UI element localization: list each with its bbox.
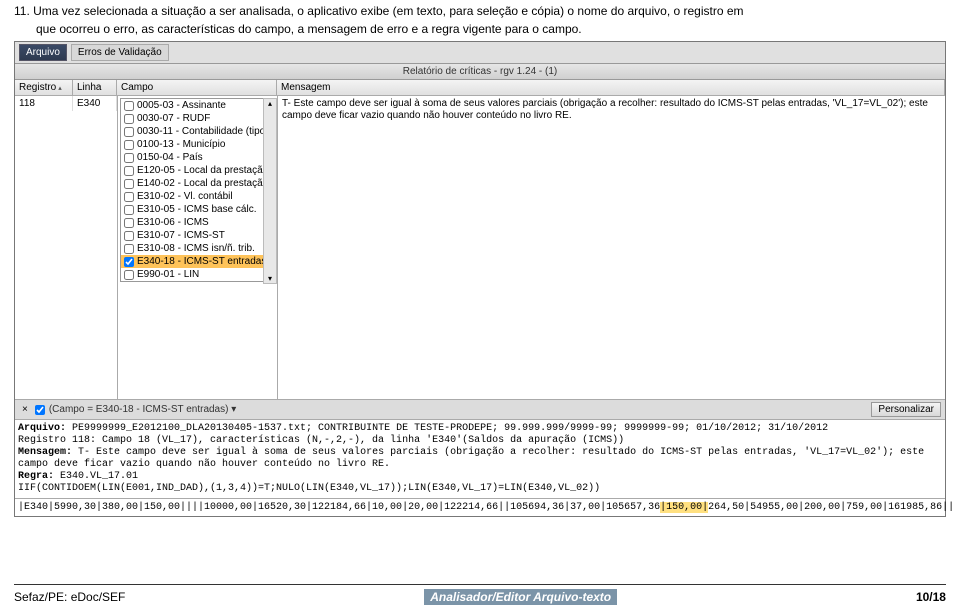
details-pane[interactable]: Arquivo: PE9999999_E2012100_DLA20130405-… bbox=[15, 419, 945, 498]
campo-item-label: E310-07 - ICMS-ST bbox=[137, 230, 225, 241]
campo-list-item[interactable]: E340-18 - ICMS-ST entradas bbox=[121, 255, 274, 268]
col-header-registro[interactable]: Registro▴ bbox=[15, 80, 73, 95]
campo-scrollbar[interactable] bbox=[263, 98, 277, 284]
campo-list-item[interactable]: E310-08 - ICMS isn/ñ. trib. bbox=[121, 242, 274, 255]
footer-page-number: 10/18 bbox=[916, 590, 946, 604]
campo-item-label: E340-18 - ICMS-ST entradas bbox=[137, 256, 266, 267]
campo-item-checkbox[interactable] bbox=[124, 270, 134, 280]
campo-dropdown-list[interactable]: 0005-03 - Assinante 0030-07 - RUDF 0030-11… bbox=[120, 98, 275, 282]
filter-close-icon[interactable]: × bbox=[19, 404, 31, 415]
campo-item-label: E310-02 - Vl. contábil bbox=[137, 191, 233, 202]
grid-body: 118 E340 0005-03 - Assinante 0030-07 - RU… bbox=[15, 96, 945, 399]
record-line-pane[interactable]: |E340|5990,30|380,00|150,00||||10000,00|… bbox=[15, 498, 945, 516]
menubar: Arquivo Erros de Validação bbox=[15, 42, 945, 64]
campo-item-label: E990-01 - LIN bbox=[137, 269, 199, 280]
campo-item-label: E310-05 - ICMS base cálc. bbox=[137, 204, 257, 215]
grid-left-cols: 118 E340 bbox=[15, 96, 118, 399]
campo-item-checkbox[interactable] bbox=[124, 244, 134, 254]
campo-list-item[interactable]: E990-01 - LIN bbox=[121, 268, 274, 281]
page-footer: Sefaz/PE: eDoc/SEF Analisador/Editor Arq… bbox=[14, 584, 946, 605]
record-highlight: |150,00| bbox=[660, 502, 708, 513]
filter-checkbox[interactable] bbox=[35, 405, 45, 415]
campo-item-checkbox[interactable] bbox=[124, 218, 134, 228]
campo-item-checkbox[interactable] bbox=[124, 166, 134, 176]
filter-personalizar-button[interactable]: Personalizar bbox=[871, 402, 941, 417]
campo-item-checkbox[interactable] bbox=[124, 127, 134, 137]
campo-item-label: 0030-11 - Contabilidade (tipo) bbox=[137, 126, 269, 137]
campo-list-item[interactable]: E140-02 - Local da prestação bbox=[121, 177, 274, 190]
campo-list-item[interactable]: E120-05 - Local da prestação bbox=[121, 164, 274, 177]
window-title: Relatório de críticas - rgv 1.24 - (1) bbox=[15, 64, 945, 80]
menu-arquivo[interactable]: Arquivo bbox=[19, 44, 67, 61]
campo-item-label: E310-08 - ICMS isn/ñ. trib. bbox=[137, 243, 255, 254]
sort-asc-icon: ▴ bbox=[58, 85, 62, 92]
campo-list-item[interactable]: 0030-11 - Contabilidade (tipo) bbox=[121, 125, 274, 138]
footer-left: Sefaz/PE: eDoc/SEF bbox=[14, 590, 125, 604]
campo-item-checkbox[interactable] bbox=[124, 231, 134, 241]
campo-item-label: 0030-07 - RUDF bbox=[137, 113, 210, 124]
grid-header: Registro▴ Linha Campo Mensagem bbox=[15, 80, 945, 96]
menu-erros-validacao[interactable]: Erros de Validação bbox=[71, 44, 169, 61]
grid-area: Registro▴ Linha Campo Mensagem 118 E340 … bbox=[15, 80, 945, 399]
filter-dropdown-icon[interactable]: ▾ bbox=[231, 404, 236, 415]
campo-list-item[interactable]: E310-05 - ICMS base cálc. bbox=[121, 203, 274, 216]
campo-item-checkbox[interactable] bbox=[124, 114, 134, 124]
campo-item-checkbox[interactable] bbox=[124, 257, 134, 267]
campo-item-label: E120-05 - Local da prestação bbox=[137, 165, 268, 176]
col-header-linha[interactable]: Linha bbox=[73, 80, 117, 95]
campo-list-item[interactable]: 0150-04 - País bbox=[121, 151, 274, 164]
campo-item-label: 0005-03 - Assinante bbox=[137, 100, 226, 111]
cell-registro: 118 bbox=[15, 96, 73, 111]
campo-item-checkbox[interactable] bbox=[124, 140, 134, 150]
campo-item-label: E140-02 - Local da prestação bbox=[137, 178, 268, 189]
intro-line-1: 11. Uma vez selecionada a situação a ser… bbox=[0, 0, 960, 22]
record-post: 264,50|54955,00|200,00|759,00|161985,86|… bbox=[708, 502, 954, 513]
campo-list-item[interactable]: E310-02 - Vl. contábil bbox=[121, 190, 274, 203]
campo-list-item[interactable]: E310-07 - ICMS-ST bbox=[121, 229, 274, 242]
campo-item-label: E310-06 - ICMS bbox=[137, 217, 209, 228]
intro-line-2: que ocorreu o erro, as características d… bbox=[0, 22, 960, 42]
campo-item-label: 0100-13 - Município bbox=[137, 139, 225, 150]
campo-item-checkbox[interactable] bbox=[124, 179, 134, 189]
app-window: Arquivo Erros de Validação Relatório de … bbox=[14, 41, 946, 517]
cell-linha: E340 bbox=[73, 96, 117, 111]
filter-expression: (Campo = E340-18 - ICMS-ST entradas) ▾ bbox=[49, 404, 868, 415]
footer-center: Analisador/Editor Arquivo-texto bbox=[424, 589, 617, 605]
campo-item-label: 0150-04 - País bbox=[137, 152, 203, 163]
record-pre: |E340|5990,30|380,00|150,00||||10000,00|… bbox=[18, 502, 660, 513]
col-header-mensagem[interactable]: Mensagem bbox=[277, 80, 945, 95]
campo-list-item[interactable]: E310-06 - ICMS bbox=[121, 216, 274, 229]
cell-mensagem: T- Este campo deve ser igual à soma de s… bbox=[278, 96, 945, 399]
table-row[interactable]: 118 E340 bbox=[15, 96, 117, 111]
campo-column: 0005-03 - Assinante 0030-07 - RUDF 0030-11… bbox=[118, 96, 278, 399]
campo-item-checkbox[interactable] bbox=[124, 205, 134, 215]
campo-list-item[interactable]: 0005-03 - Assinante bbox=[121, 99, 274, 112]
campo-item-checkbox[interactable] bbox=[124, 153, 134, 163]
campo-list-item[interactable]: 0100-13 - Município bbox=[121, 138, 274, 151]
campo-item-checkbox[interactable] bbox=[124, 101, 134, 111]
col-header-campo[interactable]: Campo bbox=[117, 80, 277, 95]
campo-item-checkbox[interactable] bbox=[124, 192, 134, 202]
filter-bar: × (Campo = E340-18 - ICMS-ST entradas) ▾… bbox=[15, 399, 945, 419]
campo-list-item[interactable]: 0030-07 - RUDF bbox=[121, 112, 274, 125]
